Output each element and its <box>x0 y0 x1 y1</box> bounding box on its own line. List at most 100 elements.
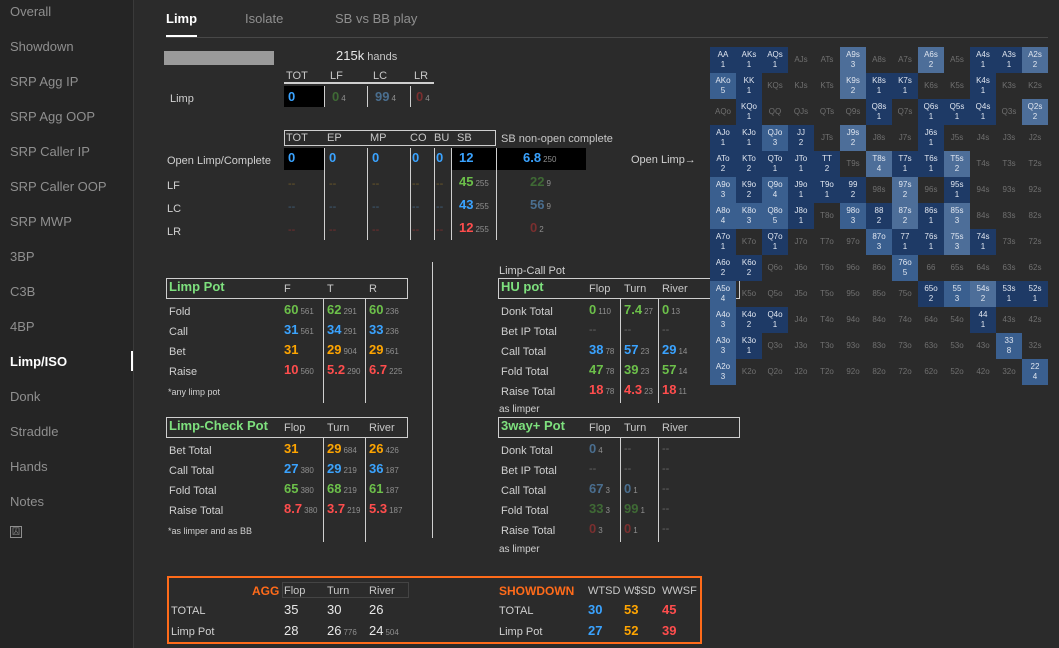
three-way-value[interactable]: 03 <box>589 522 603 538</box>
hu-pot-value[interactable]: 57 14 <box>662 363 687 379</box>
hand-cell-64o[interactable]: 64o <box>918 307 944 333</box>
hand-cell-t4s[interactable]: T4s <box>970 151 996 177</box>
hand-cell-j9o[interactable]: J9o 1 <box>788 177 814 203</box>
hand-cell-75o[interactable]: 75o <box>892 281 918 307</box>
hand-cell-94o[interactable]: 94o <box>840 307 866 333</box>
hand-cell-ato[interactable]: ATo 2 <box>710 151 736 177</box>
hand-cell-66[interactable]: 66 <box>918 255 944 281</box>
hand-cell-t5o[interactable]: T5o <box>814 281 840 307</box>
hand-cell-a8s[interactable]: A8s <box>866 47 892 73</box>
hand-cell-72o[interactable]: 72o <box>892 359 918 385</box>
tab-sb-vs-bb[interactable]: SB vs BB play <box>335 11 417 26</box>
hand-cell-t3o[interactable]: T3o <box>814 333 840 359</box>
hand-cell-a2s[interactable]: A2s 2 <box>1022 47 1048 73</box>
hand-cell-73s[interactable]: 73s <box>996 229 1022 255</box>
sidebar-item-c3b[interactable]: C3B <box>10 284 35 299</box>
hand-cell-q2o[interactable]: Q2o <box>762 359 788 385</box>
sidebar-item-4bp[interactable]: 4BP <box>10 319 35 334</box>
limp-check-value[interactable]: 3.7 219 <box>327 502 360 518</box>
hand-cell-42s[interactable]: 42s <box>1022 307 1048 333</box>
hand-cell-62s[interactable]: 62s <box>1022 255 1048 281</box>
hand-cell-j4o[interactable]: J4o <box>788 307 814 333</box>
hand-cell-kqo[interactable]: KQo 1 <box>736 99 762 125</box>
sidebar-item-hands[interactable]: Hands <box>10 459 48 474</box>
hand-cell-q9o[interactable]: Q9o 4 <box>762 177 788 203</box>
open-value-ep[interactable]: 0 <box>329 151 336 166</box>
hand-cell-aqo[interactable]: AQo <box>710 99 736 125</box>
hand-cell-65o[interactable]: 65o 2 <box>918 281 944 307</box>
limp-check-value[interactable]: 26 426 <box>369 442 399 458</box>
hand-cell-q4s[interactable]: Q4s 1 <box>970 99 996 125</box>
three-way-value[interactable]: -- <box>662 522 669 536</box>
limp-check-value[interactable]: 5.3 187 <box>369 502 402 518</box>
hand-cell-97o[interactable]: 97o <box>840 229 866 255</box>
hand-cell-j5s[interactable]: J5s <box>944 125 970 151</box>
hand-cell-93s[interactable]: 93s <box>996 177 1022 203</box>
hand-cell-q2s[interactable]: Q2s 2 <box>1022 99 1048 125</box>
hand-cell-52s[interactable]: 52s 1 <box>1022 281 1048 307</box>
three-way-value[interactable]: 04 <box>589 442 603 458</box>
three-way-value[interactable]: 01 <box>624 482 638 498</box>
hand-cell-73o[interactable]: 73o <box>892 333 918 359</box>
hu-pot-value[interactable]: 29 14 <box>662 343 687 359</box>
hu-pot-value[interactable]: -- <box>662 323 669 337</box>
hand-cell-k5o[interactable]: K5o <box>736 281 762 307</box>
hu-pot-value[interactable]: 38 78 <box>589 343 614 359</box>
hand-cell-32o[interactable]: 32o <box>996 359 1022 385</box>
hand-cell-k5s[interactable]: K5s <box>944 73 970 99</box>
hand-cell-53s[interactable]: 53s 1 <box>996 281 1022 307</box>
hand-cell-a2o[interactable]: A2o 3 <box>710 359 736 385</box>
hand-cell-99[interactable]: 99 2 <box>840 177 866 203</box>
hand-cell-jj[interactable]: JJ 2 <box>788 125 814 151</box>
hand-cell-j8o[interactable]: J8o 1 <box>788 203 814 229</box>
hu-pot-value[interactable]: 18 11 <box>662 383 687 399</box>
hand-cell-k8s[interactable]: K8s 1 <box>866 73 892 99</box>
hand-cell-qq[interactable]: QQ <box>762 99 788 125</box>
three-way-value[interactable]: 33 3 <box>589 502 610 518</box>
sb-lf-value[interactable]: 45 255 <box>459 175 489 191</box>
grid-icon[interactable]: 囚 <box>10 526 22 538</box>
hand-cell-aqs[interactable]: AQs 1 <box>762 47 788 73</box>
hand-cell-kts[interactable]: KTs <box>814 73 840 99</box>
hand-cell-k6s[interactable]: K6s <box>918 73 944 99</box>
hu-pot-value[interactable]: 0 110 <box>589 303 611 319</box>
hand-cell-t8s[interactable]: T8s 4 <box>866 151 892 177</box>
hand-cell-44[interactable]: 44 1 <box>970 307 996 333</box>
hand-cell-43s[interactable]: 43s <box>996 307 1022 333</box>
hand-cell-qts[interactable]: QTs <box>814 99 840 125</box>
hand-cell-ats[interactable]: ATs <box>814 47 840 73</box>
limp-check-value[interactable]: 29 219 <box>327 462 357 478</box>
hand-cell-a7o[interactable]: A7o 1 <box>710 229 736 255</box>
limp-pot-value[interactable]: 31 <box>284 343 298 358</box>
hand-cell-q6o[interactable]: Q6o <box>762 255 788 281</box>
hand-cell-k9o[interactable]: K9o 2 <box>736 177 762 203</box>
hand-cell-88[interactable]: 88 2 <box>866 203 892 229</box>
hu-pot-value[interactable]: 7.4 27 <box>624 303 653 319</box>
hand-cell-95s[interactable]: 95s 1 <box>944 177 970 203</box>
hand-cell-64s[interactable]: 64s <box>970 255 996 281</box>
hand-cell-t4o[interactable]: T4o <box>814 307 840 333</box>
sidebar-item-3bp[interactable]: 3BP <box>10 249 35 264</box>
hand-cell-a6o[interactable]: A6o 2 <box>710 255 736 281</box>
hand-cell-74s[interactable]: 74s 1 <box>970 229 996 255</box>
hand-cell-53o[interactable]: 53o <box>944 333 970 359</box>
hand-cell-a4o[interactable]: A4o 3 <box>710 307 736 333</box>
sidebar-item-limp-iso[interactable]: Limp/ISO <box>10 354 67 369</box>
hand-cell-a9o[interactable]: A9o 3 <box>710 177 736 203</box>
hand-cell-a5o[interactable]: A5o 4 <box>710 281 736 307</box>
hand-cell-52o[interactable]: 52o <box>944 359 970 385</box>
hand-cell-j6s[interactable]: J6s 1 <box>918 125 944 151</box>
hand-cell-a4s[interactable]: A4s 1 <box>970 47 996 73</box>
hand-cell-98o[interactable]: 98o 3 <box>840 203 866 229</box>
hand-cell-84s[interactable]: 84s <box>970 203 996 229</box>
hand-cell-33[interactable]: 33 8 <box>996 333 1022 359</box>
hand-cell-kjs[interactable]: KJs <box>788 73 814 99</box>
limp-value-0[interactable]: 0 <box>288 90 295 105</box>
hand-cell-j5o[interactable]: J5o <box>788 281 814 307</box>
three-way-value[interactable]: -- <box>624 462 631 476</box>
hand-cell-k2s[interactable]: K2s <box>1022 73 1048 99</box>
hand-cell-83s[interactable]: 83s <box>996 203 1022 229</box>
hand-cell-t8o[interactable]: T8o <box>814 203 840 229</box>
sidebar-item-overall[interactable]: Overall <box>10 4 51 19</box>
three-way-value[interactable]: -- <box>662 442 669 456</box>
